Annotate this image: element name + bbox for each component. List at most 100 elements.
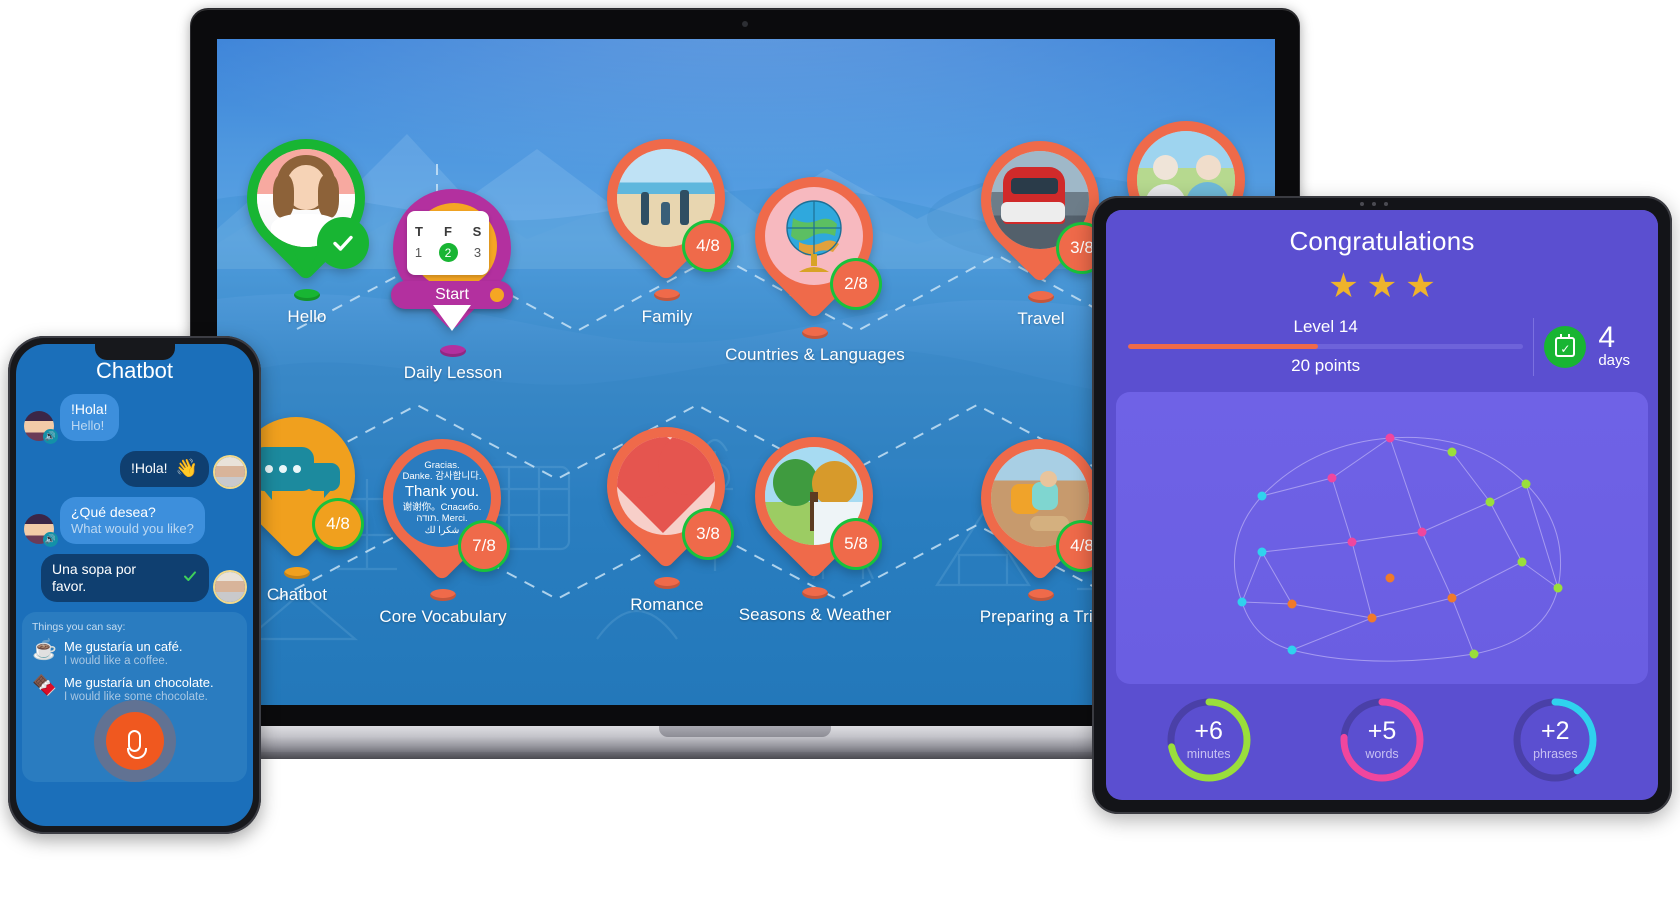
- progress-badge: 4/8: [685, 223, 731, 269]
- wave-hand-icon: 👋: [175, 457, 198, 478]
- bot-avatar: 🔊: [24, 410, 58, 444]
- streak-block: ✓ 4 days: [1544, 323, 1636, 370]
- streak-value: 4: [1598, 321, 1615, 355]
- suggestion-translation-text: I would like some chocolate.: [64, 691, 208, 704]
- pin-base-dot: [430, 589, 456, 601]
- suggestions-title: Things you can say:: [32, 620, 126, 633]
- map-pin-label: Core Vocabulary: [379, 607, 507, 626]
- level-progress-fill: [1128, 344, 1318, 349]
- pin-base-dot: [654, 289, 680, 301]
- stat-value: +6: [1194, 717, 1223, 745]
- map-pin-label: Daily Lesson: [403, 363, 503, 382]
- calendar-weekday-row: T F S: [410, 224, 486, 239]
- stat-value: +5: [1367, 717, 1397, 745]
- microphone-button[interactable]: [105, 712, 164, 771]
- pin-base-dot: [1028, 589, 1054, 601]
- progress-badge: 2/8: [833, 261, 879, 307]
- message-foreign-text: !Hola!: [131, 460, 168, 477]
- calendar-day-0: T: [415, 224, 423, 239]
- map-pin-preparing-a-trip[interactable]: 4/8 Preparing a Trip: [956, 414, 1124, 626]
- phone-notch: [94, 344, 175, 360]
- start-lesson-button[interactable]: Start: [391, 281, 513, 309]
- map-pin-core-vocabulary[interactable]: Gracias. Danke. 감사합니다. Thank you. 谢谢你。Сп…: [358, 414, 526, 626]
- message-translation-text: What would you like?: [71, 520, 194, 536]
- star-icon: ★: [1366, 267, 1398, 305]
- map-pin-label: Family: [641, 307, 693, 326]
- pin-base-dot: [1028, 291, 1054, 303]
- map-pin-family[interactable]: 4/8 Family: [582, 114, 750, 326]
- divider: [1533, 317, 1535, 376]
- vocab-line-2: Thank you.: [404, 482, 480, 500]
- progress-badge: 3/8: [685, 511, 731, 557]
- calendar-day-1: F: [444, 224, 452, 239]
- message-translation-text: Hello!: [71, 418, 105, 434]
- chat-message-user: Una sopa por favor.: [24, 553, 245, 602]
- map-pin-daily-lesson[interactable]: T F S 1 2 3 Start Daily Lesson: [368, 164, 536, 382]
- speaker-icon[interactable]: 🔊: [43, 531, 58, 547]
- user-avatar: [215, 456, 245, 487]
- map-pin-romance[interactable]: 3/8 Romance: [582, 402, 750, 614]
- speaker-icon[interactable]: 🔊: [43, 428, 58, 444]
- level-and-streak-row: Level 14 20 points ✓ 4 days: [1128, 317, 1636, 376]
- chat-bubble[interactable]: ¿Qué desea? What would you like?: [60, 496, 205, 544]
- calendar-date-0[interactable]: 1: [410, 245, 428, 260]
- map-pin-travel[interactable]: 3/8 Travel: [956, 116, 1124, 328]
- progress-badge: 7/8: [461, 523, 507, 569]
- vocab-line-1: Danke. 감사합니다.: [402, 471, 482, 483]
- level-progress-bar: [1128, 344, 1524, 349]
- calendar-date-active[interactable]: 2: [438, 243, 458, 262]
- stat-words: +5 words: [1336, 694, 1428, 786]
- map-pin-countries-languages[interactable]: 2/8 Countries & Languages: [725, 152, 905, 364]
- chat-thread: 🔊 !Hola! Hello! !Hola! 👋 🔊 ¿Qué desea? W…: [16, 394, 253, 602]
- tablet-screen: Congratulations ★ ★ ★ Level 14 20 points: [1106, 210, 1658, 800]
- map-pin-label: Chatbot: [266, 585, 328, 604]
- webcam-icon: [742, 21, 748, 27]
- stat-value: +2: [1541, 717, 1570, 745]
- calendar-icon: T F S 1 2 3: [407, 211, 489, 275]
- map-pin-hello[interactable]: Hello: [222, 114, 390, 326]
- pin-base-dot: [802, 587, 828, 599]
- chat-bubble[interactable]: !Hola! Hello!: [60, 394, 119, 441]
- vocab-line-5: شكرا لك: [424, 524, 460, 536]
- stat-phrases: +2 phrases: [1509, 694, 1601, 786]
- suggestion-item[interactable]: ☕ Me gustaría un café. I would like a co…: [32, 638, 237, 668]
- bot-avatar: 🔊: [24, 513, 58, 547]
- calendar-date-2[interactable]: 3: [469, 245, 487, 260]
- phone-device: Chatbot 🔊 !Hola! Hello! !Hola! 👋 🔊 ¿Qué …: [8, 336, 261, 834]
- level-label: Level 14: [1293, 317, 1358, 336]
- pin-base-dot: [654, 577, 680, 589]
- progress-badge: 5/8: [833, 521, 879, 567]
- progress-badge: 4/8: [315, 501, 361, 547]
- message-foreign-text: Una sopa por favor.: [52, 560, 137, 594]
- suggestion-item[interactable]: 🍫 Me gustaría un chocolate. I would like…: [32, 675, 237, 704]
- chat-message-bot: 🔊 ¿Qué desea? What would you like?: [24, 496, 245, 547]
- level-progress-block: Level 14 20 points: [1128, 317, 1524, 376]
- laptop-trackpad-notch: [659, 726, 831, 737]
- message-foreign-text: ¿Qué desea?: [71, 503, 156, 520]
- pin-base-dot: [284, 567, 310, 579]
- user-avatar: [215, 571, 245, 602]
- stat-unit: minutes: [1186, 747, 1231, 761]
- tablet-sensors: [1360, 202, 1388, 206]
- congratulations-title: Congratulations: [1289, 226, 1475, 256]
- chat-bubble[interactable]: !Hola! 👋: [120, 450, 209, 487]
- map-pin-seasons-weather[interactable]: 5/8 Seasons & Weather: [730, 412, 898, 624]
- pin-base-dot: [294, 289, 320, 301]
- microphone-icon: [126, 730, 147, 760]
- streak-unit: days: [1598, 352, 1630, 370]
- map-pin-label: Preparing a Trip: [979, 607, 1103, 626]
- completed-check-icon: [317, 217, 369, 269]
- suggestion-foreign-text: Me gustaría un café.: [64, 638, 183, 654]
- coffee-icon: ☕: [32, 638, 57, 661]
- stat-minutes: +6 minutes: [1163, 694, 1255, 786]
- tablet-device: Congratulations ★ ★ ★ Level 14 20 points: [1092, 196, 1672, 814]
- vocab-line-3: 谢谢你。Спасибо.: [402, 501, 482, 513]
- brain-network-graphic: [1233, 433, 1563, 662]
- suggestion-foreign-text: Me gustaría un chocolate.: [64, 675, 214, 691]
- chocolate-icon: 🍫: [32, 675, 57, 698]
- status-dot-icon: [490, 288, 504, 302]
- star-icon: ★: [1328, 267, 1359, 305]
- map-pin-label: Countries & Languages: [725, 345, 905, 364]
- message-correct-check-icon: [182, 568, 198, 588]
- chat-bubble[interactable]: Una sopa por favor.: [41, 553, 209, 602]
